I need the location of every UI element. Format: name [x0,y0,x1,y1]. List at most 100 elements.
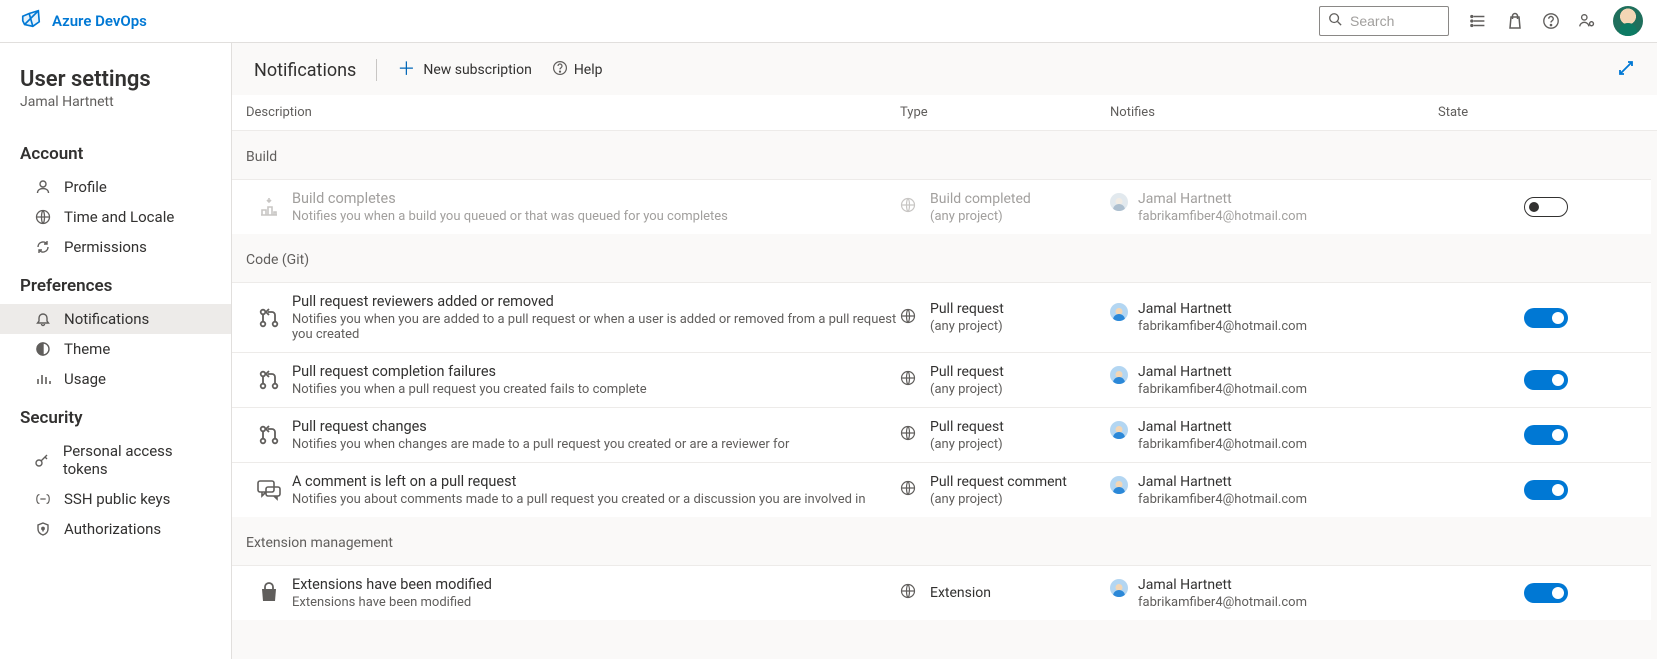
bag-icon [246,581,292,605]
row-title: Pull request reviewers added or removed [292,293,900,310]
group-header: Extension management [232,517,1651,565]
sidebar-item-profile[interactable]: Profile [0,172,231,202]
globe-icon [900,425,916,445]
user-avatar-small [1110,476,1128,494]
row-subtitle: Notifies you when a build you queued or … [292,209,900,224]
work-items-icon[interactable] [1463,5,1495,37]
subscription-row[interactable]: Extensions have been modified Extensions… [232,565,1651,620]
sidebar-item-label: Notifications [64,310,149,328]
help-button[interactable]: Help [552,60,603,80]
subscriptions-list[interactable]: Build Build completes Notifies you when … [232,131,1657,659]
globe-icon [900,308,916,328]
user-settings-icon[interactable] [1571,5,1603,37]
type-cell: Build completed (any project) [900,191,1110,224]
sidebar-item-label: SSH public keys [64,490,170,508]
search-icon [1328,12,1342,30]
sidebar-item-permissions[interactable]: Permissions [0,232,231,262]
row-title: Pull request completion failures [292,363,900,380]
globe-icon [900,197,916,217]
expand-button[interactable] [1617,59,1635,81]
subscription-row[interactable]: Pull request completion failures Notifie… [232,352,1651,407]
page-subtitle: Jamal Hartnett [0,94,231,130]
row-subtitle: Notifies you when changes are made to a … [292,437,900,452]
type-cell: Extension [900,583,1110,603]
row-subtitle: Notifies you when you are added to a pul… [292,312,900,342]
new-subscription-label: New subscription [423,62,531,78]
user-avatar-small [1110,421,1128,439]
state-toggle[interactable] [1524,583,1568,603]
build-icon [246,195,292,219]
type-sub: (any project) [930,209,1031,224]
row-subtitle: Notifies you when a pull request you cre… [292,382,900,397]
sidebar-item-usage[interactable]: Usage [0,364,231,394]
type-main: Pull request [930,364,1004,380]
notifies-name: Jamal Hartnett [1138,419,1307,435]
divider [376,59,377,81]
comment-icon [246,478,292,502]
sidebar-item-pat[interactable]: Personal access tokens [0,436,231,484]
pr-icon [246,306,292,330]
notifies-email: fabrikamfiber4@hotmail.com [1138,382,1307,397]
notifies-cell: Jamal Hartnett fabrikamfiber4@hotmail.co… [1110,301,1438,334]
col-type: Type [900,105,1110,120]
state-cell [1438,583,1568,603]
brand[interactable]: Azure DevOps [20,8,147,34]
theme-icon [34,341,52,357]
user-avatar-small [1110,366,1128,384]
row-subtitle: Notifies you about comments made to a pu… [292,492,900,507]
globe-icon [900,480,916,500]
ssh-icon [34,491,52,507]
state-toggle[interactable] [1524,197,1568,217]
subscription-row[interactable]: Build completes Notifies you when a buil… [232,179,1651,234]
state-toggle[interactable] [1524,308,1568,328]
state-cell [1438,197,1568,217]
state-toggle[interactable] [1524,425,1568,445]
user-avatar[interactable] [1613,6,1643,36]
notifies-name: Jamal Hartnett [1138,301,1307,317]
help-circle-icon [552,60,568,80]
brand-name: Azure DevOps [52,12,147,30]
new-subscription-button[interactable]: ＋ New subscription [397,61,531,79]
state-cell [1438,370,1568,390]
sidebar-item-label: Authorizations [64,520,161,538]
sidebar-item-theme[interactable]: Theme [0,334,231,364]
description-cell: Pull request reviewers added or removed … [292,293,900,342]
user-avatar-small [1110,193,1128,211]
search-input[interactable] [1350,13,1440,29]
globe-icon [900,583,916,603]
subscription-row[interactable]: A comment is left on a pull request Noti… [232,462,1651,517]
sidebar-item-time-locale[interactable]: Time and Locale [0,202,231,232]
sidebar-item-label: Time and Locale [64,208,174,226]
help-icon[interactable] [1535,5,1567,37]
type-cell: Pull request comment (any project) [900,474,1110,507]
shield-icon [34,521,52,537]
state-toggle[interactable] [1524,370,1568,390]
type-cell: Pull request (any project) [900,419,1110,452]
table-header: Description Type Notifies State [232,95,1657,131]
row-title: A comment is left on a pull request [292,473,900,490]
sidebar-item-authorizations[interactable]: Authorizations [0,514,231,544]
type-main: Extension [930,585,991,601]
state-toggle[interactable] [1524,480,1568,500]
type-sub: (any project) [930,319,1004,334]
marketplace-icon[interactable] [1499,5,1531,37]
description-cell: Extensions have been modified Extensions… [292,576,900,610]
search-box[interactable] [1319,6,1449,36]
person-icon [34,179,52,195]
notifies-cell: Jamal Hartnett fabrikamfiber4@hotmail.co… [1110,419,1438,452]
main: Notifications ＋ New subscription Help De… [232,43,1657,659]
notifies-cell: Jamal Hartnett fabrikamfiber4@hotmail.co… [1110,474,1438,507]
sidebar-item-ssh[interactable]: SSH public keys [0,484,231,514]
subscription-row[interactable]: Pull request reviewers added or removed … [232,282,1651,352]
notifies-name: Jamal Hartnett [1138,474,1307,490]
subscription-row[interactable]: Pull request changes Notifies you when c… [232,407,1651,462]
notifies-cell: Jamal Hartnett fabrikamfiber4@hotmail.co… [1110,364,1438,397]
pr-icon [246,423,292,447]
sidebar-item-notifications[interactable]: Notifications [0,304,231,334]
content-title: Notifications [254,60,356,81]
type-sub: (any project) [930,382,1004,397]
type-sub: (any project) [930,437,1004,452]
globe-clock-icon [34,209,52,225]
notifies-name: Jamal Hartnett [1138,191,1307,207]
plus-icon: ＋ [397,61,415,79]
